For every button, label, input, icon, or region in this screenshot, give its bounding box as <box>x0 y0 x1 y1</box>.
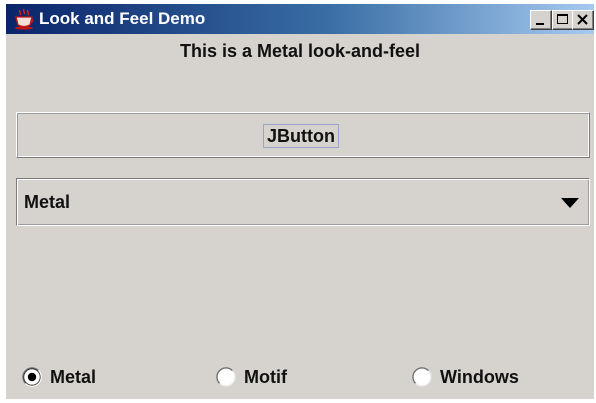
radio-motif[interactable]: Motif <box>216 365 326 389</box>
combo-selected-value: Metal <box>24 192 71 212</box>
radio-windows[interactable]: Windows <box>412 365 562 389</box>
look-and-feel-heading: This is a Metal look-and-feel <box>179 41 421 61</box>
look-and-feel-combo[interactable]: Metal <box>16 178 590 226</box>
triangle-down-icon[interactable] <box>561 198 579 208</box>
java-cup-icon <box>15 8 34 30</box>
radio-label: Metal <box>50 367 97 387</box>
jbutton-label: JButton <box>263 124 339 148</box>
minimize-icon <box>536 23 544 25</box>
radio-label: Windows <box>440 367 519 387</box>
minimize-button[interactable] <box>530 10 552 30</box>
jbutton[interactable]: JButton <box>16 112 590 158</box>
app-window: Look and Feel Demo This is a Metal look-… <box>6 4 594 399</box>
title-bar[interactable]: Look and Feel Demo <box>6 4 594 34</box>
maximize-icon <box>557 14 568 24</box>
close-button[interactable] <box>572 10 594 30</box>
window-title: Look and Feel Demo <box>39 9 206 28</box>
radio-unselected-icon <box>412 367 432 387</box>
radio-selected-icon <box>22 367 42 387</box>
maximize-button[interactable] <box>552 10 574 30</box>
radio-label: Motif <box>244 367 287 387</box>
radio-metal[interactable]: Metal <box>22 365 142 389</box>
radio-unselected-icon <box>216 367 236 387</box>
close-icon <box>577 14 588 25</box>
